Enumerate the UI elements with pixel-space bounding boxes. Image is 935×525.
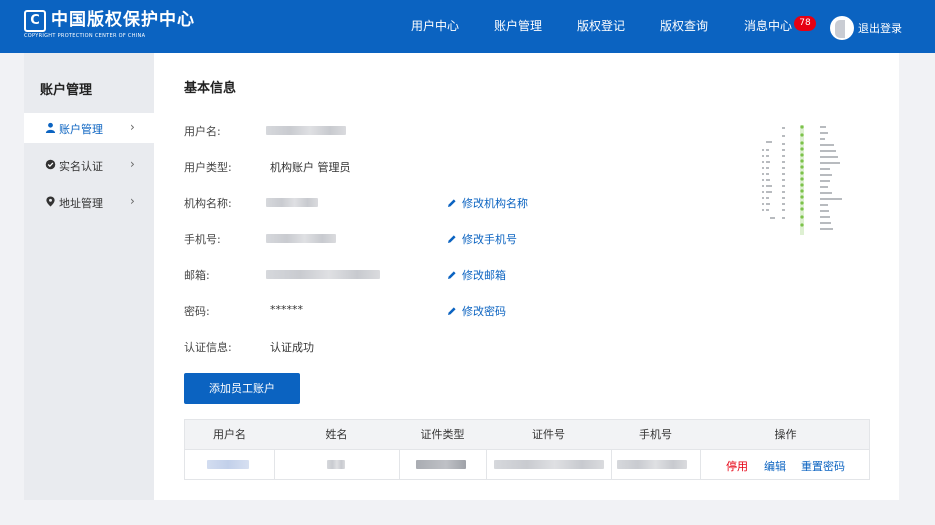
org-name-label: 机构名称: xyxy=(184,197,232,210)
pencil-icon xyxy=(448,199,456,207)
nav-user-center[interactable]: 用户中心 xyxy=(411,18,459,34)
table-row: 停用 编辑 重置密码 xyxy=(185,449,869,480)
phone-label: 手机号: xyxy=(184,233,221,246)
reset-password-button[interactable]: 重置密码 xyxy=(801,458,845,474)
column-header-actions: 操作 xyxy=(774,428,797,441)
site-logo[interactable]: C 中国版权保护中心 COPYRIGHT PROTECTION CENTER O… xyxy=(24,9,194,43)
column-separator xyxy=(611,450,612,480)
sidebar-item-real-name-auth[interactable]: 实名认证 › xyxy=(24,150,154,180)
password-value: ****** xyxy=(270,303,303,316)
edit-org-name-label: 修改机构名称 xyxy=(462,197,528,210)
password-label: 密码: xyxy=(184,305,210,318)
top-navigation-bar: C 中国版权保护中心 COPYRIGHT PROTECTION CENTER O… xyxy=(0,0,935,53)
logo-mark: C xyxy=(24,10,46,32)
employee-table: 用户名 姓名 证件类型 证件号 手机号 操作 停用 编辑 重置密码 xyxy=(184,419,870,480)
document-thumbnail-image xyxy=(762,125,842,235)
cell-id-number-redacted xyxy=(494,460,604,469)
chevron-right-icon: › xyxy=(130,120,135,134)
edit-phone-link[interactable]: 修改手机号 xyxy=(447,231,517,247)
column-separator xyxy=(700,450,701,480)
column-header-id-type: 证件类型 xyxy=(420,428,465,441)
nav-copyright-registration[interactable]: 版权登记 xyxy=(577,18,625,34)
pencil-icon xyxy=(448,271,456,279)
chevron-right-icon: › xyxy=(130,157,135,171)
column-separator xyxy=(274,450,275,480)
table-header: 用户名 姓名 证件类型 证件号 手机号 操作 xyxy=(185,420,869,449)
username-value-redacted xyxy=(266,126,346,135)
edit-password-label: 修改密码 xyxy=(462,305,506,318)
sidebar-item-address-management[interactable]: 地址管理 › xyxy=(24,187,154,217)
edit-password-link[interactable]: 修改密码 xyxy=(447,303,506,319)
edit-phone-label: 修改手机号 xyxy=(462,233,517,246)
logo-subtitle: COPYRIGHT PROTECTION CENTER OF CHINA xyxy=(24,33,146,39)
chevron-right-icon: › xyxy=(130,194,135,208)
sidebar: 账户管理 账户管理 › 实名认证 › 地址管理 › xyxy=(24,53,154,500)
sidebar-item-label: 账户管理 xyxy=(59,123,103,136)
pencil-icon xyxy=(448,235,456,243)
message-count-badge: 78 xyxy=(794,16,816,31)
disable-button[interactable]: 停用 xyxy=(726,458,748,474)
logout-link[interactable]: 退出登录 xyxy=(858,20,902,36)
avatar[interactable] xyxy=(830,16,854,40)
nav-account-management[interactable]: 账户管理 xyxy=(494,18,542,34)
edit-org-name-link[interactable]: 修改机构名称 xyxy=(447,195,528,211)
sidebar-item-label: 地址管理 xyxy=(59,197,103,210)
pencil-icon xyxy=(448,307,456,315)
badge-icon xyxy=(45,159,56,170)
auth-info-label: 认证信息: xyxy=(184,341,232,354)
user-type-value: 机构账户 管理员 xyxy=(270,161,351,174)
edit-button[interactable]: 编辑 xyxy=(764,458,786,474)
email-label: 邮箱: xyxy=(184,269,210,282)
user-type-label: 用户类型: xyxy=(184,161,232,174)
email-value-redacted xyxy=(266,270,380,279)
sidebar-item-account-management[interactable]: 账户管理 › xyxy=(24,113,154,143)
edit-email-link[interactable]: 修改邮箱 xyxy=(447,267,506,283)
edit-email-label: 修改邮箱 xyxy=(462,269,506,282)
column-header-username: 用户名 xyxy=(213,428,246,441)
username-label: 用户名: xyxy=(184,125,221,138)
column-header-name: 姓名 xyxy=(325,428,348,441)
main-panel: 基本信息 用户名: 用户类型: 机构账户 管理员 机构名称: 修改机构名称 手机… xyxy=(154,53,899,500)
phone-value-redacted xyxy=(266,234,336,243)
logo-name: 中国版权保护中心 xyxy=(51,10,195,30)
page-title: 基本信息 xyxy=(184,81,237,96)
nav-message-center[interactable]: 消息中心 xyxy=(744,18,792,34)
location-pin-icon xyxy=(46,196,55,207)
cell-username-redacted xyxy=(207,460,249,469)
org-name-value-redacted xyxy=(266,198,318,207)
cell-id-type-redacted xyxy=(416,460,466,469)
cell-name-redacted xyxy=(327,460,345,469)
sidebar-item-label: 实名认证 xyxy=(59,160,103,173)
sidebar-title: 账户管理 xyxy=(40,83,93,98)
column-header-id-number: 证件号 xyxy=(532,428,565,441)
column-separator xyxy=(399,450,400,480)
nav-copyright-query[interactable]: 版权查询 xyxy=(660,18,708,34)
column-separator xyxy=(486,450,487,480)
auth-info-value: 认证成功 xyxy=(270,341,314,354)
column-header-phone: 手机号 xyxy=(639,428,672,441)
add-employee-account-button[interactable]: 添加员工账户 xyxy=(184,373,300,404)
user-icon xyxy=(45,122,56,133)
cell-phone-redacted xyxy=(617,460,687,469)
